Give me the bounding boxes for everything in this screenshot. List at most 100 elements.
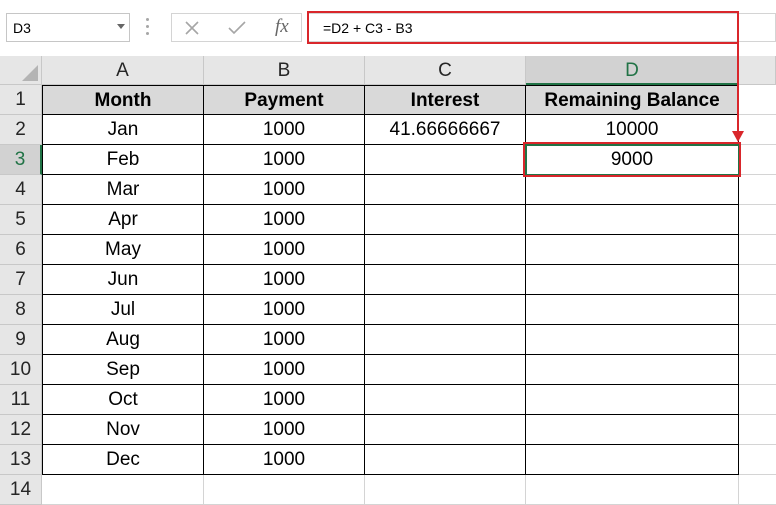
cell-balance[interactable] bbox=[526, 265, 739, 295]
row-header-7[interactable]: 7 bbox=[0, 265, 42, 295]
cell-balance[interactable] bbox=[526, 175, 739, 205]
gridline bbox=[525, 475, 526, 505]
cell-interest[interactable] bbox=[365, 145, 526, 175]
gridline bbox=[739, 474, 776, 475]
cell-balance[interactable] bbox=[526, 445, 739, 475]
table-header-cell[interactable]: Interest bbox=[365, 85, 526, 115]
cell-month[interactable]: Feb bbox=[42, 145, 204, 175]
cell-interest[interactable] bbox=[365, 445, 526, 475]
column-header-c[interactable]: C bbox=[365, 56, 526, 85]
cell-balance[interactable] bbox=[526, 385, 739, 415]
drag-handle-icon[interactable] bbox=[146, 18, 150, 38]
gridline bbox=[739, 234, 776, 235]
cell-payment[interactable]: 1000 bbox=[204, 115, 365, 145]
cell-interest[interactable] bbox=[365, 325, 526, 355]
cell-interest[interactable] bbox=[365, 355, 526, 385]
cell-balance[interactable]: 10000 bbox=[526, 115, 739, 145]
table-header-cell[interactable]: Payment bbox=[204, 85, 365, 115]
cell-payment[interactable]: 1000 bbox=[204, 235, 365, 265]
cell-payment[interactable]: 1000 bbox=[204, 175, 365, 205]
column-header-b[interactable]: B bbox=[204, 56, 365, 85]
cell-month[interactable]: Nov bbox=[42, 415, 204, 445]
row-header-6[interactable]: 6 bbox=[0, 235, 42, 265]
cell-balance[interactable] bbox=[526, 325, 739, 355]
row-header-9[interactable]: 9 bbox=[0, 325, 42, 355]
row-header-11[interactable]: 11 bbox=[0, 385, 42, 415]
column-header-a[interactable]: A bbox=[42, 56, 204, 85]
insert-function-button[interactable]: fx bbox=[275, 16, 289, 38]
cell-payment[interactable]: 1000 bbox=[204, 295, 365, 325]
cell-interest[interactable] bbox=[365, 235, 526, 265]
row-header-2[interactable]: 2 bbox=[0, 115, 42, 145]
cell-month[interactable]: May bbox=[42, 235, 204, 265]
row-header-3[interactable]: 3 bbox=[0, 145, 42, 175]
cell-interest[interactable] bbox=[365, 265, 526, 295]
cell-interest[interactable] bbox=[365, 295, 526, 325]
close-icon bbox=[185, 21, 199, 35]
cell-balance[interactable] bbox=[526, 205, 739, 235]
cell-balance[interactable] bbox=[526, 355, 739, 385]
cell-balance[interactable] bbox=[526, 295, 739, 325]
row-header-13[interactable]: 13 bbox=[0, 445, 42, 475]
row-header-10[interactable]: 10 bbox=[0, 355, 42, 385]
column-header-e[interactable] bbox=[739, 56, 776, 85]
cell-interest[interactable]: 41.66666667 bbox=[365, 115, 526, 145]
gridline bbox=[739, 444, 776, 445]
formula-bar: D3 fx =D2 + C3 - B3 bbox=[0, 0, 776, 56]
row-header-5[interactable]: 5 bbox=[0, 205, 42, 235]
cell-payment[interactable]: 1000 bbox=[204, 415, 365, 445]
cell-month[interactable]: Jun bbox=[42, 265, 204, 295]
cell-month[interactable]: Mar bbox=[42, 175, 204, 205]
cell-month[interactable]: Oct bbox=[42, 385, 204, 415]
cell-interest[interactable] bbox=[365, 415, 526, 445]
gridline bbox=[739, 174, 776, 175]
gridline bbox=[739, 414, 776, 415]
cell-month[interactable]: Sep bbox=[42, 355, 204, 385]
row-header-14[interactable]: 14 bbox=[0, 475, 42, 505]
cell-payment[interactable]: 1000 bbox=[204, 355, 365, 385]
cell-balance[interactable]: 9000 bbox=[526, 145, 739, 175]
cell-payment[interactable]: 1000 bbox=[204, 325, 365, 355]
name-box-value: D3 bbox=[13, 20, 31, 36]
gridline bbox=[739, 324, 776, 325]
formula-text: =D2 + C3 - B3 bbox=[323, 20, 413, 36]
cell-month[interactable]: Jan bbox=[42, 115, 204, 145]
cell-interest[interactable] bbox=[365, 175, 526, 205]
gridline bbox=[739, 114, 776, 115]
name-box[interactable]: D3 bbox=[6, 13, 130, 42]
gridline bbox=[739, 354, 776, 355]
row-header-1[interactable]: 1 bbox=[0, 85, 42, 115]
formula-input[interactable]: =D2 + C3 - B3 bbox=[308, 13, 776, 42]
cell-balance[interactable] bbox=[526, 415, 739, 445]
table-header-cell[interactable]: Month bbox=[42, 85, 204, 115]
cell-month[interactable]: Jul bbox=[42, 295, 204, 325]
cell-interest[interactable] bbox=[365, 205, 526, 235]
gridline bbox=[739, 144, 776, 145]
cell-balance[interactable] bbox=[526, 235, 739, 265]
cell-payment[interactable]: 1000 bbox=[204, 145, 365, 175]
formula-buttons: fx bbox=[171, 13, 302, 42]
cell-payment[interactable]: 1000 bbox=[204, 205, 365, 235]
cell-interest[interactable] bbox=[365, 385, 526, 415]
worksheet-grid: A B C D 1 2 3 4 5 6 7 8 9 10 11 12 13 14 Month Payment Inter… bbox=[0, 56, 776, 505]
table-header-cell[interactable]: Remaining Balance bbox=[526, 85, 739, 115]
row-header-12[interactable]: 12 bbox=[0, 415, 42, 445]
cancel-button[interactable] bbox=[172, 14, 212, 41]
cell-payment[interactable]: 1000 bbox=[204, 265, 365, 295]
cell-month[interactable]: Aug bbox=[42, 325, 204, 355]
row-header-8[interactable]: 8 bbox=[0, 295, 42, 325]
gridline bbox=[739, 204, 776, 205]
cell-month[interactable]: Apr bbox=[42, 205, 204, 235]
gridline bbox=[739, 384, 776, 385]
column-header-d[interactable]: D bbox=[526, 56, 739, 85]
cell-payment[interactable]: 1000 bbox=[204, 445, 365, 475]
cell-payment[interactable]: 1000 bbox=[204, 385, 365, 415]
gridline bbox=[203, 475, 204, 505]
chevron-down-icon[interactable] bbox=[117, 24, 125, 29]
enter-button[interactable] bbox=[216, 14, 256, 41]
row-header-4[interactable]: 4 bbox=[0, 175, 42, 205]
cell-month[interactable]: Dec bbox=[42, 445, 204, 475]
gridline bbox=[739, 294, 776, 295]
select-all-button[interactable] bbox=[0, 56, 42, 85]
gridline bbox=[738, 475, 739, 505]
